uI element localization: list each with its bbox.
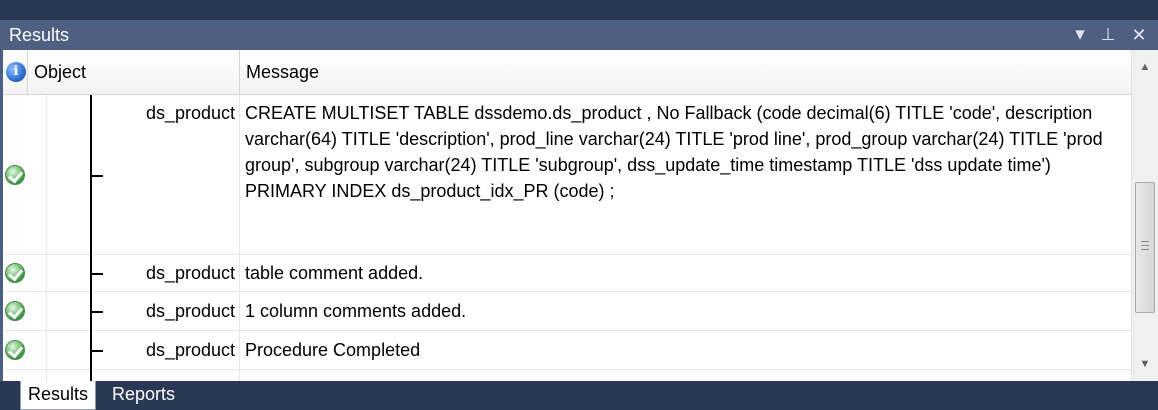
- row-object: ds_product: [103, 255, 240, 291]
- header-object-column[interactable]: Object: [28, 50, 240, 95]
- table-row[interactable]: ds_product table comment added.: [3, 255, 1137, 292]
- tree-branch: [91, 350, 103, 352]
- row-object: [103, 370, 240, 381]
- header-message-column[interactable]: Message: [240, 50, 1137, 95]
- bottom-tabs: Results Reports: [0, 381, 1158, 410]
- row-status-cell: [3, 370, 47, 381]
- tree-branch: [91, 273, 103, 275]
- table-row[interactable]: ds_product Procedure Completed: [3, 331, 1137, 370]
- row-status-cell: [3, 331, 47, 369]
- results-panel: Results ▾ ⊥ ✕ i Object Message ds_produc…: [0, 0, 1158, 410]
- vertical-scrollbar[interactable]: ▲ ▼: [1131, 50, 1158, 381]
- table-row[interactable]: ds_product CREATE MULTISET TABLE dssdemo…: [3, 95, 1137, 255]
- panel-title: Results: [9, 25, 70, 45]
- row-object: ds_product: [103, 292, 240, 330]
- close-icon[interactable]: ✕: [1128, 22, 1150, 48]
- scrollbar-thumb[interactable]: [1135, 182, 1155, 313]
- tree-line: [90, 370, 92, 381]
- row-message: Procedure Completed: [245, 340, 421, 360]
- tab-results[interactable]: Results: [20, 381, 97, 410]
- row-status-cell: [3, 255, 47, 291]
- row-message: table comment added.: [245, 263, 424, 283]
- success-check-icon: [5, 340, 25, 360]
- success-check-icon: [5, 165, 25, 185]
- success-check-icon: [5, 301, 25, 321]
- row-object: ds_product: [103, 95, 240, 254]
- panel-titlebar: Results ▾ ⊥ ✕: [0, 20, 1158, 50]
- row-status-cell: [3, 95, 47, 254]
- info-icon: i: [6, 62, 26, 82]
- pin-icon[interactable]: ⊥: [1097, 22, 1119, 48]
- row-message: CREATE MULTISET TABLE dssdemo.ds_product…: [245, 103, 1103, 201]
- scroll-down-icon[interactable]: ▼: [1132, 353, 1158, 375]
- tree-branch: [91, 175, 103, 177]
- dropdown-menu-icon[interactable]: ▾: [1069, 22, 1091, 48]
- grip-line: [1141, 241, 1149, 242]
- header-status-column[interactable]: i: [3, 50, 28, 95]
- scroll-up-icon[interactable]: ▲: [1132, 56, 1158, 78]
- results-grid: i Object Message ds_product CREATE MULTI…: [0, 50, 1158, 381]
- success-check-icon: [5, 263, 25, 283]
- tab-reports[interactable]: Reports: [105, 381, 182, 410]
- table-row[interactable]: ds_product 1 column comments added.: [3, 292, 1137, 331]
- table-row[interactable]: [3, 370, 1137, 381]
- row-message: 1 column comments added.: [245, 301, 467, 321]
- row-status-cell: [3, 292, 47, 330]
- row-object: ds_product: [103, 331, 240, 369]
- grid-header: i Object Message: [3, 50, 1137, 95]
- tree-branch: [91, 311, 103, 313]
- grip-line: [1141, 245, 1149, 246]
- grip-line: [1141, 249, 1149, 250]
